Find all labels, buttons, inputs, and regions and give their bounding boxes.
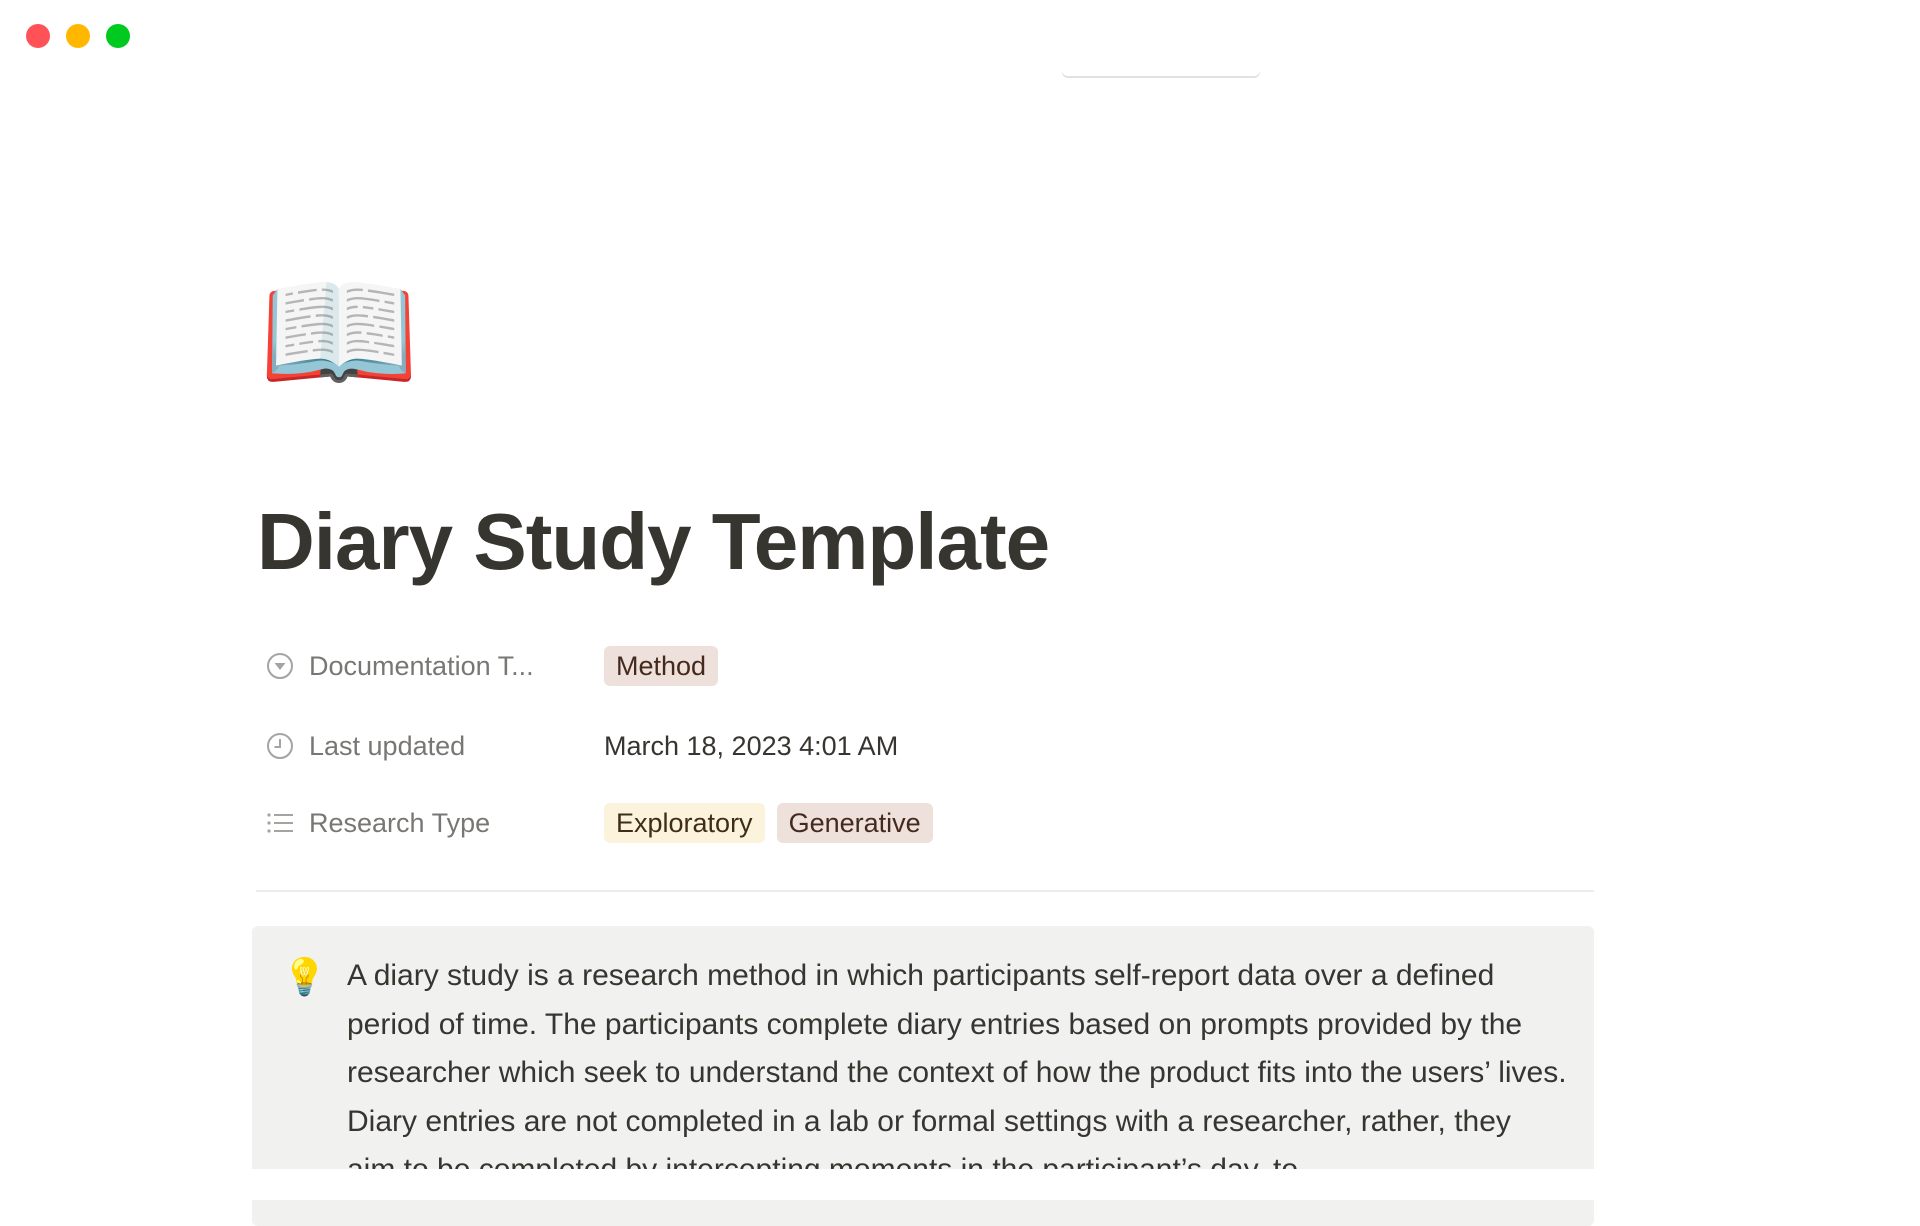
clock-icon [267, 733, 293, 759]
window-minimize-button[interactable] [66, 24, 90, 48]
top-floating-panel [1062, 20, 1260, 76]
tag-exploratory[interactable]: Exploratory [604, 803, 765, 843]
light-bulb-icon[interactable]: 💡 [282, 954, 327, 1002]
property-row-research-type: Research Type Exploratory Generative [258, 799, 1598, 847]
viewport-bottom [0, 1169, 1920, 1200]
tag-generative[interactable]: Generative [776, 803, 933, 843]
property-label[interactable]: Documentation T... [309, 642, 534, 690]
window-maximize-button[interactable] [106, 24, 130, 48]
callout-text[interactable]: A diary study is a research method in wh… [347, 952, 1567, 1195]
list-icon [267, 813, 293, 833]
tag-method[interactable]: Method [604, 646, 719, 686]
select-icon [267, 653, 293, 679]
property-row-documentation-type: Documentation T... Method [258, 642, 1598, 690]
page-title[interactable]: Diary Study Template [257, 494, 1050, 590]
property-row-last-updated: Last updated March 18, 2023 4:01 AM [258, 722, 1598, 770]
last-updated-value: March 18, 2023 4:01 AM [604, 730, 899, 761]
property-value[interactable]: Exploratory Generative [604, 799, 933, 847]
window-close-button[interactable] [26, 24, 50, 48]
property-value[interactable]: March 18, 2023 4:01 AM [604, 722, 898, 770]
property-value[interactable]: Method [604, 642, 719, 690]
divider [256, 890, 1594, 892]
property-label[interactable]: Research Type [309, 799, 490, 847]
property-label[interactable]: Last updated [309, 722, 465, 770]
open-book-icon[interactable]: 📖 [258, 262, 420, 402]
